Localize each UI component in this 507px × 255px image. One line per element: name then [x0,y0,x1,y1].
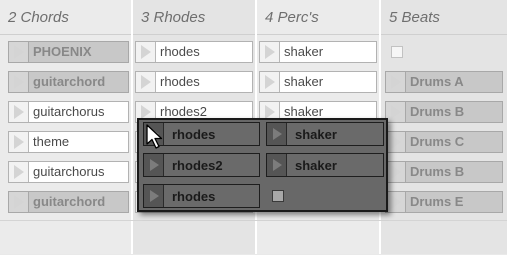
track-header[interactable]: 5 Beats [381,0,507,35]
clip-slot[interactable]: shaker [259,71,377,93]
dragged-clip[interactable]: rhodes2 [143,153,260,177]
clip-slot[interactable]: guitarchord [8,191,129,213]
play-icon[interactable] [9,132,29,152]
stop-icon [272,190,284,202]
play-icon[interactable] [386,162,406,182]
clip-name: Drums C [410,134,465,149]
clip-slot[interactable]: PHOENIX [8,41,129,63]
clip-name: Drums B [410,104,465,119]
clip-name: guitarchord [33,74,106,89]
track-header[interactable]: 4 Perc's [257,0,379,35]
play-icon [267,123,287,145]
play-icon[interactable] [260,72,280,92]
clip-name: rhodes2 [160,104,207,119]
clip-slot[interactable]: rhodes [135,41,253,63]
clip-name: Drums B [410,164,465,179]
clip-slot[interactable]: Drums A [385,71,503,93]
clip-name: PHOENIX [33,44,92,59]
clip-name: rhodes [172,127,216,142]
play-icon[interactable] [9,102,29,122]
track-header[interactable]: 3 Rhodes [133,0,255,35]
clip-name: guitarchorus [33,164,105,179]
dragged-clip[interactable]: shaker [266,153,384,177]
play-icon[interactable] [9,162,29,182]
clip-name: shaker [295,158,337,173]
clip-name: theme [33,134,70,149]
track-title: 4 Perc's [265,9,319,26]
play-icon[interactable] [136,72,156,92]
clip-slot[interactable]: Drums B [385,161,503,183]
play-icon[interactable] [9,72,29,92]
clip-name: Drums E [410,194,464,209]
clip-slot[interactable]: guitarchord [8,71,129,93]
clip-slot[interactable]: Drums B [385,101,503,123]
arrow-cursor-icon [146,124,163,149]
clip-name: rhodes [160,74,200,89]
clip-slot[interactable]: theme [8,131,129,153]
play-icon[interactable] [386,132,406,152]
clip-name: Drums A [410,74,464,89]
dragged-clip[interactable]: rhodes [143,184,260,208]
clip-name: rhodes2 [172,158,223,173]
track-title: 3 Rhodes [141,9,206,26]
play-icon[interactable] [386,102,406,122]
play-icon[interactable] [386,192,406,212]
clip-slot[interactable]: rhodes [135,71,253,93]
track-title: 2 Chords [8,9,69,26]
play-icon [267,154,287,176]
track-2-chords: 2 Chords [0,0,131,254]
track-header[interactable]: 2 Chords [0,0,131,35]
play-icon[interactable] [260,42,280,62]
dragged-clip[interactable]: shaker [266,122,384,146]
dragged-clip-selection[interactable]: rhodes rhodes2 rhodes shaker shaker [137,118,388,212]
play-icon[interactable] [9,192,29,212]
clip-name: shaker [284,74,324,89]
clip-name: guitarchord [33,194,106,209]
clip-slot[interactable]: guitarchorus [8,101,129,123]
clip-name: shaker [284,104,324,119]
clip-name: rhodes [160,44,200,59]
clip-slot[interactable]: guitarchorus [8,161,129,183]
clip-slot[interactable]: Drums E [385,191,503,213]
play-icon[interactable] [9,42,29,62]
play-icon[interactable] [136,42,156,62]
empty-scene-row [0,220,507,255]
clip-slot[interactable]: Drums C [385,131,503,153]
play-icon [144,154,164,176]
track-5-beats: 5 Beats [381,0,507,254]
clip-slot[interactable]: shaker [259,41,377,63]
stop-icon[interactable] [391,46,403,58]
play-icon[interactable] [386,72,406,92]
play-icon [144,185,164,207]
clip-name: shaker [284,44,324,59]
clip-name: shaker [295,127,337,142]
clip-name: rhodes [172,189,216,204]
track-title: 5 Beats [389,9,440,26]
clip-name: guitarchorus [33,104,105,119]
